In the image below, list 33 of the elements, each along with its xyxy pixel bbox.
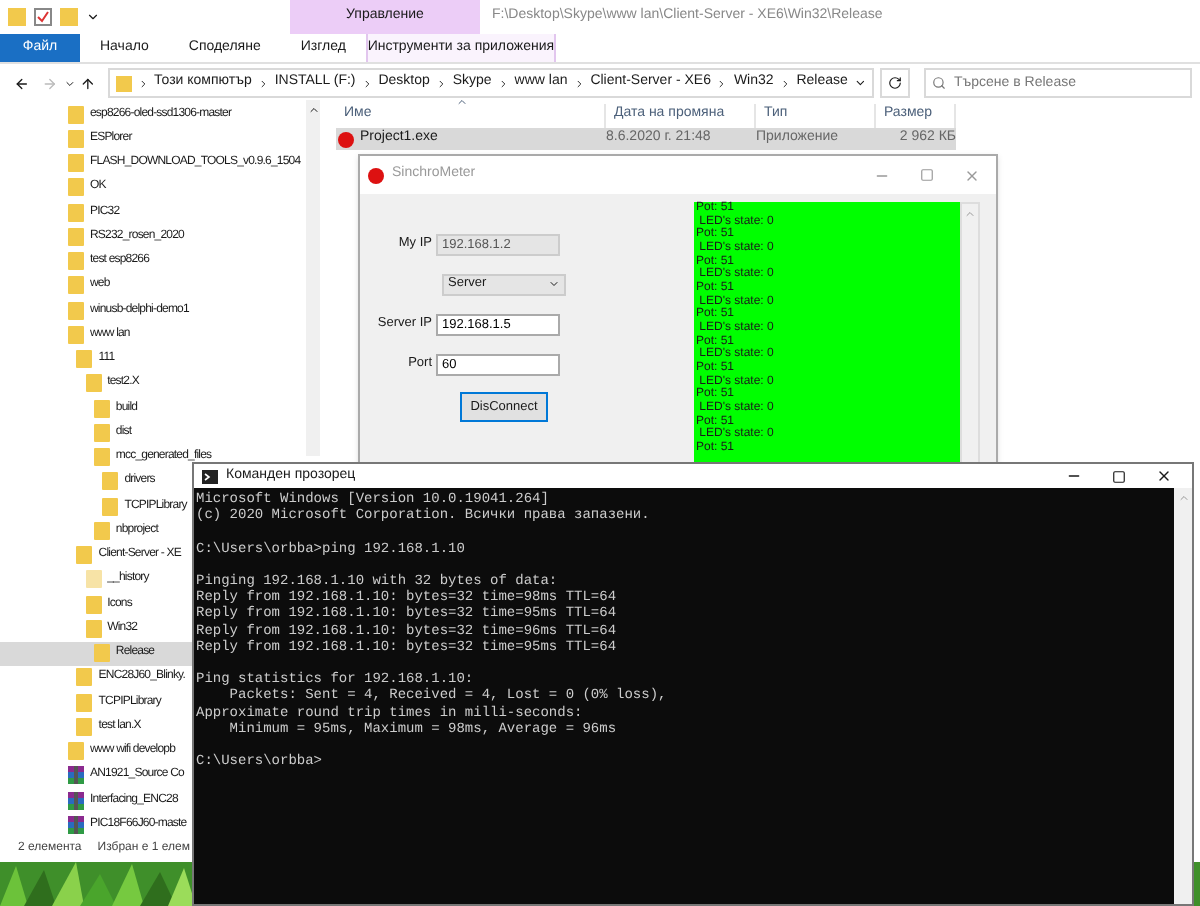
checklist-icon[interactable] xyxy=(34,8,52,26)
dropdown-icon[interactable] xyxy=(853,76,867,90)
search-icon xyxy=(932,76,946,90)
archive-icon xyxy=(68,791,84,810)
separator-icon xyxy=(257,77,269,89)
archive-icon xyxy=(68,766,84,785)
separator-icon xyxy=(361,77,373,89)
app-icon xyxy=(338,131,354,147)
recent-icon[interactable] xyxy=(63,77,75,89)
scrollbar[interactable] xyxy=(306,100,320,456)
scrollbar[interactable] xyxy=(960,202,980,468)
forward-icon[interactable] xyxy=(41,75,58,91)
maximize-icon[interactable] xyxy=(1112,469,1126,483)
separator-icon xyxy=(435,77,447,89)
close-icon[interactable] xyxy=(1156,468,1172,484)
up-icon[interactable] xyxy=(80,75,97,91)
separator-icon xyxy=(779,77,791,89)
sort-icon xyxy=(456,96,468,108)
scrollbar[interactable] xyxy=(1174,488,1192,904)
separator-icon xyxy=(716,77,728,89)
back-icon[interactable] xyxy=(14,75,30,91)
refresh-button[interactable] xyxy=(880,68,910,98)
caret-icon xyxy=(548,278,560,290)
folder-icon xyxy=(116,75,132,91)
refresh-icon[interactable] xyxy=(888,76,903,90)
console-icon xyxy=(202,469,218,483)
app-icon xyxy=(368,167,384,183)
caret-icon[interactable] xyxy=(86,10,100,24)
archive-icon xyxy=(68,815,84,834)
separator-icon xyxy=(137,77,149,89)
separator-icon xyxy=(497,77,509,89)
scroll-up-icon[interactable] xyxy=(307,104,319,116)
separator-icon xyxy=(573,77,585,89)
